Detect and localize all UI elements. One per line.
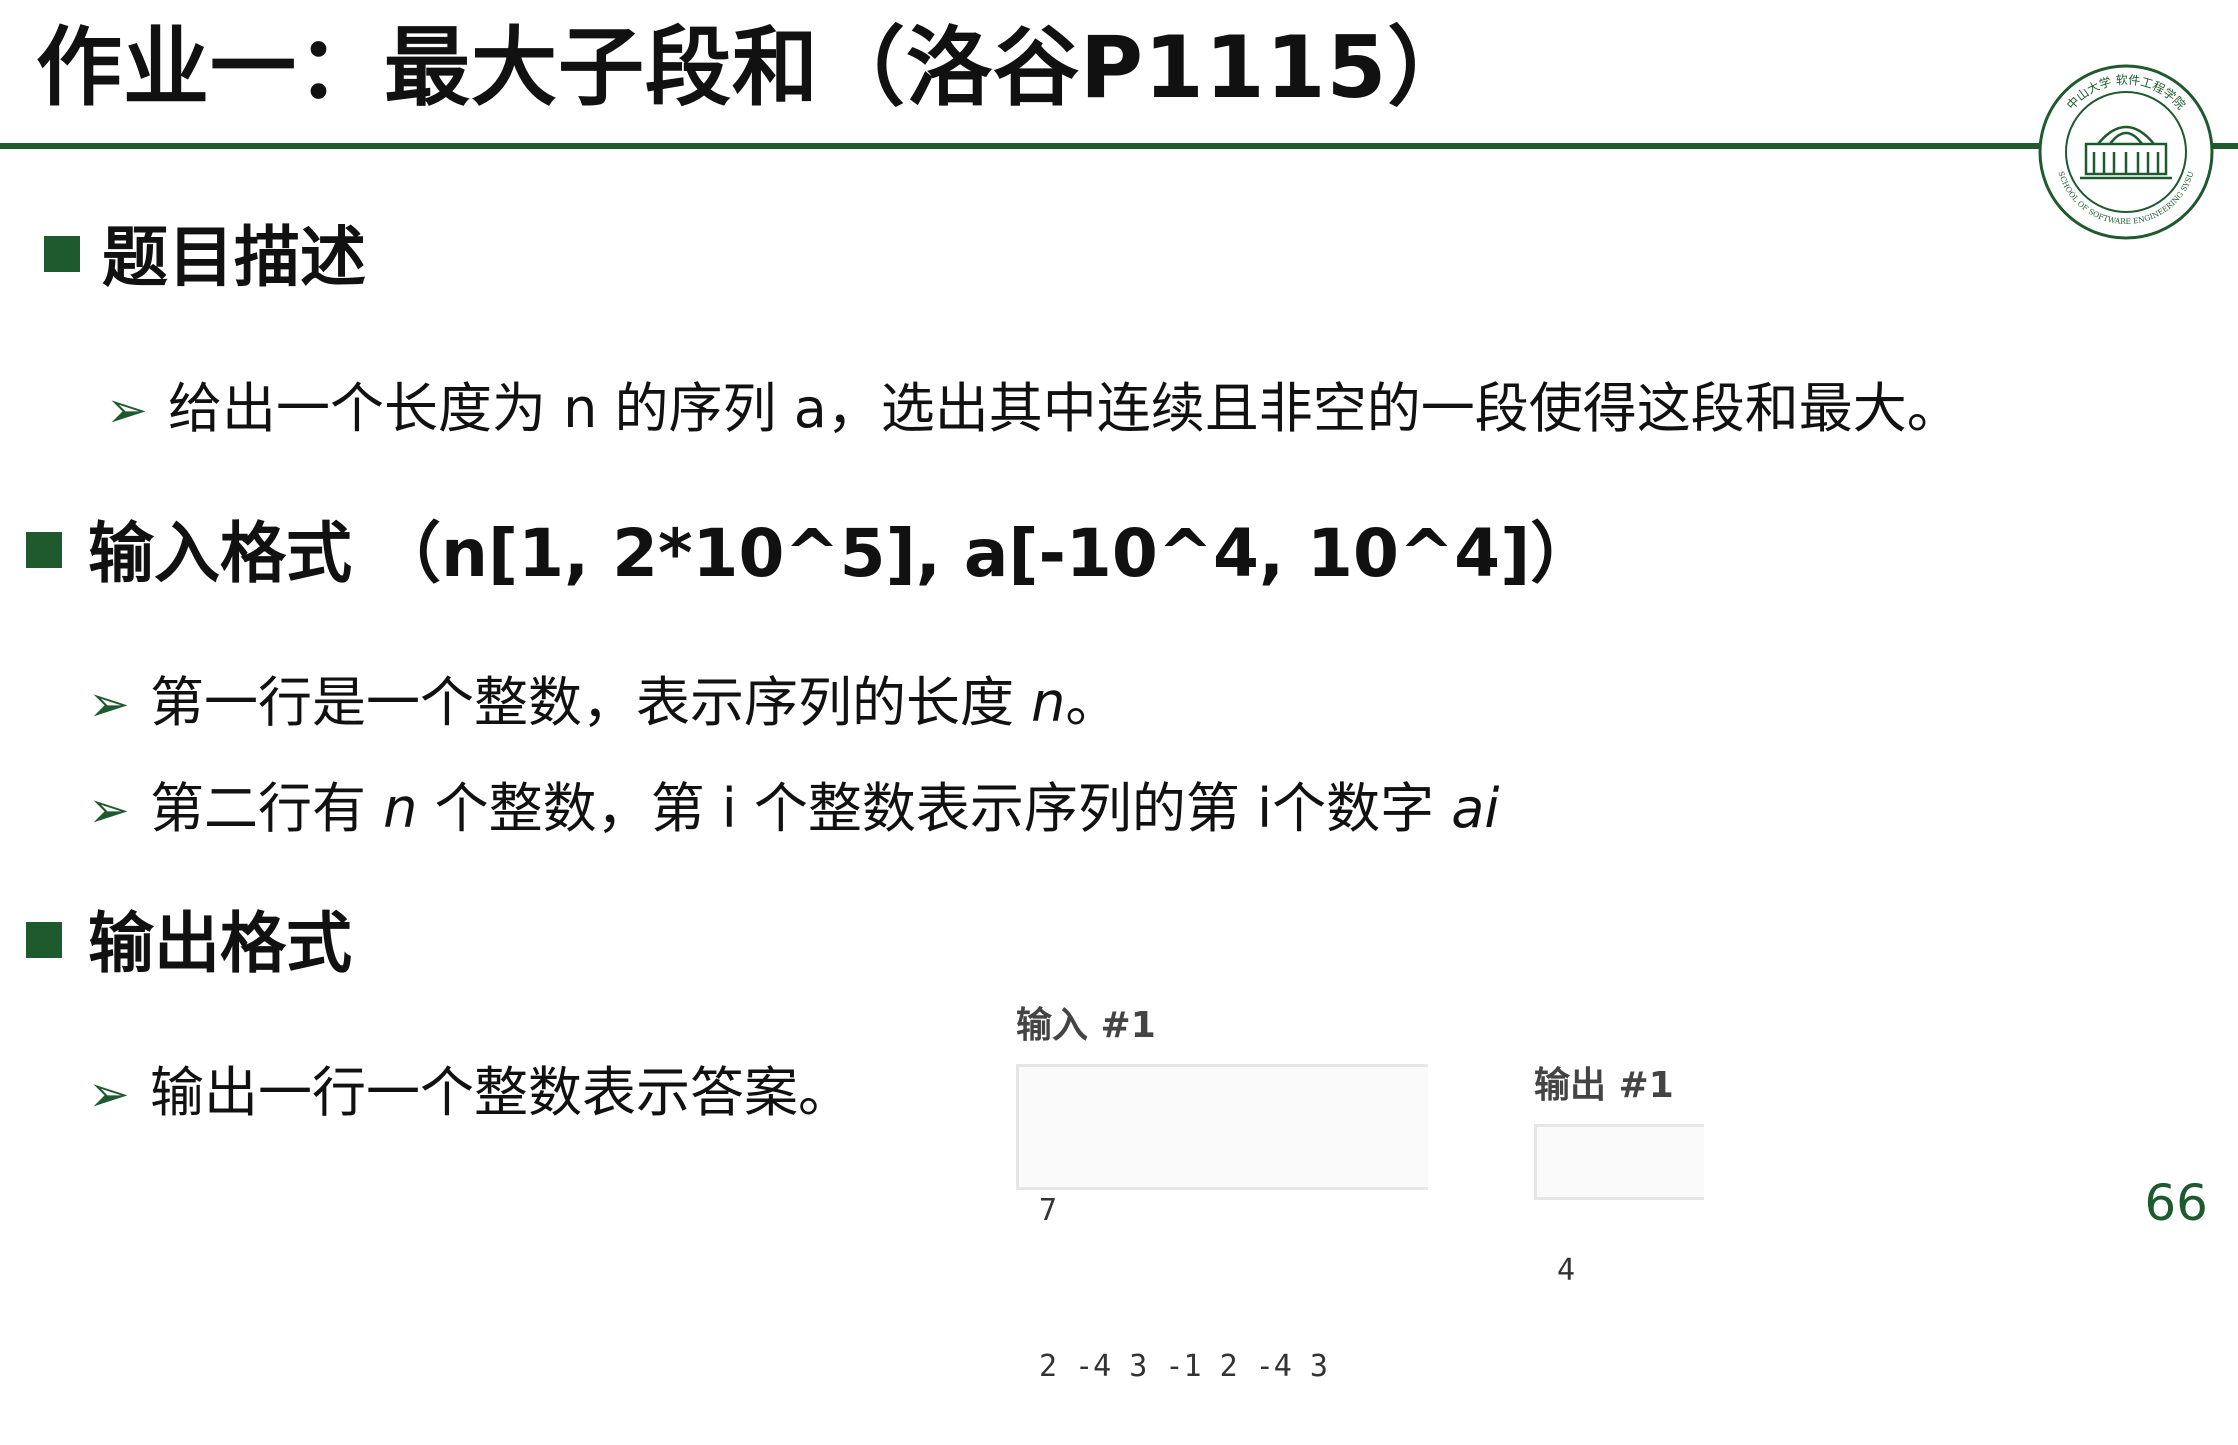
section-marker bbox=[26, 532, 62, 568]
input-bullet-2-var2: ai bbox=[1451, 777, 1500, 840]
sample-input-label: 输入 #1 bbox=[1016, 1005, 1156, 1046]
sample-output-label: 输出 #1 bbox=[1534, 1065, 1674, 1106]
input-bullet-1-var: n bbox=[1031, 671, 1066, 734]
sample-input-line-2: 2 -4 3 -1 2 -4 3 bbox=[1039, 1349, 1328, 1384]
heading-input-format: 输入格式 （n[1, 2*10^5], a[-10^4, 10^4]） bbox=[88, 515, 1597, 592]
output-bullet-text: 输出一行一个整数表示答案。 bbox=[150, 1061, 852, 1124]
input-bullet-1: ➢ 第一行是一个整数，表示序列的长度 n。 bbox=[88, 668, 1119, 739]
sample-input-line-1: 7 bbox=[1039, 1193, 1058, 1228]
input-bullet-2: ➢ 第二行有 n 个整数，第 i 个整数表示序列的第 i个数字 ai bbox=[88, 774, 1499, 845]
slide-title: 作业一：最大子段和（洛谷P1115） bbox=[36, 18, 1475, 118]
input-bullet-1-text: 第一行是一个整数，表示序列的长度 bbox=[150, 671, 1032, 734]
heading-description: 题目描述 bbox=[102, 219, 366, 296]
page-number: 66 bbox=[2144, 1174, 2208, 1232]
arrow-bullet-icon: ➢ bbox=[106, 381, 148, 439]
input-bullet-2-text: 第二行有 bbox=[150, 777, 384, 840]
description-text: 给出一个长度为 n 的序列 a，选出其中连续且非空的一段使得这段和最大。 bbox=[168, 377, 1961, 440]
title-divider bbox=[0, 143, 2238, 149]
input-bullet-2-mid: 个整数，第 i 个整数表示序列的第 i个数字 bbox=[417, 777, 1452, 840]
arrow-bullet-icon: ➢ bbox=[88, 1065, 130, 1123]
input-bullet-1-end: 。 bbox=[1065, 671, 1120, 734]
input-bullet-2-var: n bbox=[383, 777, 418, 840]
output-bullet: ➢ 输出一行一个整数表示答案。 bbox=[88, 1058, 852, 1129]
sample-input-box: 7 2 -4 3 -1 2 -4 3 bbox=[1016, 1064, 1428, 1384]
description-bullet: ➢ 给出一个长度为 n 的序列 a，选出其中连续且非空的一段使得这段和最大。 bbox=[106, 374, 1961, 445]
arrow-bullet-icon: ➢ bbox=[88, 781, 130, 839]
arrow-bullet-icon: ➢ bbox=[88, 675, 130, 733]
heading-output-format: 输出格式 bbox=[88, 905, 352, 982]
sample-output-line-1: 4 bbox=[1557, 1253, 1576, 1288]
sample-output-box: 4 bbox=[1534, 1124, 1704, 1288]
section-marker bbox=[44, 236, 80, 272]
section-marker bbox=[26, 922, 62, 958]
university-logo: 中山大学 软件工程学院 SCHOOL OF SOFTWARE ENGINEERI… bbox=[2038, 64, 2214, 240]
